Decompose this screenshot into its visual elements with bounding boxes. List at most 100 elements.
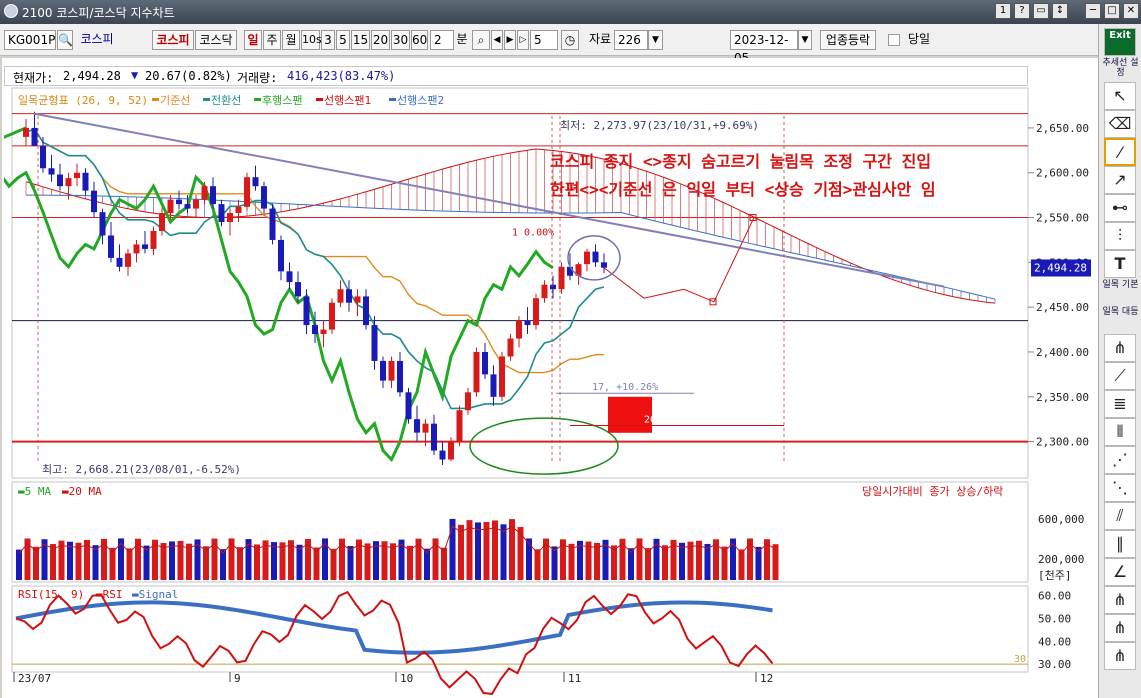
period-tab-60[interactable]: 60	[411, 30, 428, 50]
candle-body	[448, 441, 454, 460]
code-input[interactable]: KG001P	[4, 30, 56, 50]
cursor-tool-icon[interactable]: ↖	[1104, 82, 1136, 110]
candle-body	[91, 190, 97, 213]
volume-bar	[687, 541, 694, 580]
date-dropdown-icon[interactable]: ▼	[798, 30, 812, 50]
period-tab-week[interactable]: 주	[263, 30, 281, 50]
window-split-button[interactable]: ▭	[1033, 3, 1049, 19]
legend-swatch	[254, 98, 261, 101]
volume-bar	[296, 544, 303, 580]
volume-bar	[271, 542, 277, 580]
price-tick-label: 2,450.00	[1036, 301, 1089, 314]
rsi-level-30-label: 30	[1014, 654, 1026, 665]
period-tab-5[interactable]: 5	[336, 30, 350, 50]
volume-axis-label: 600,000	[1038, 513, 1084, 526]
period-tab-day[interactable]: 일	[244, 30, 262, 50]
ichimoku-basic-label[interactable]: 일목 기본	[1099, 280, 1141, 290]
interval-unit-label: 분	[456, 32, 468, 46]
scroll-end-icon[interactable]: ▷	[517, 30, 529, 50]
count-input[interactable]: 5	[530, 30, 558, 50]
interval-input[interactable]: 2	[430, 30, 454, 50]
pitchfork-d-tool-icon[interactable]: ⋔	[1104, 642, 1136, 670]
gann-fan-tool-icon[interactable]: ⋰	[1104, 446, 1136, 474]
volume-bar	[543, 538, 549, 580]
date-input[interactable]: 2023-12-05	[730, 30, 798, 65]
candle-body	[533, 298, 539, 326]
trend-setting-label[interactable]: 추세선 설정	[1099, 58, 1141, 78]
window-close-button[interactable]: ✕	[1123, 3, 1139, 19]
period-tab-30[interactable]: 30	[391, 30, 410, 50]
text-tool-icon[interactable]: T	[1104, 250, 1136, 278]
volume-label: 거래량:	[237, 71, 278, 85]
candle-body	[65, 178, 72, 187]
candle-body	[116, 257, 123, 267]
candle-body	[31, 127, 38, 146]
window-help-button[interactable]: ?	[1014, 3, 1030, 19]
candle-body	[57, 174, 63, 187]
measure-label-1: 17, +10.26%	[592, 382, 658, 393]
andrews-pitchfork-tool-icon[interactable]: ⋔	[1104, 586, 1136, 614]
arrow-line-tool-icon[interactable]: ↗	[1104, 166, 1136, 194]
period-tab-10s[interactable]: 10s	[301, 30, 322, 50]
date-tick-label: 10	[400, 672, 413, 685]
window-resize-button[interactable]: ↕	[1052, 3, 1068, 19]
scroll-right-icon[interactable]: ▶	[504, 30, 516, 50]
data-count-input[interactable]: 226	[614, 30, 648, 50]
window-minimize-button[interactable]: ─	[1085, 3, 1101, 19]
exit-button[interactable]: Exit	[1104, 28, 1136, 56]
pitchfork-r-tool-icon[interactable]: ⋔	[1104, 614, 1136, 642]
volume-bar	[441, 547, 447, 580]
fibonacci-fan-tool-icon[interactable]: ⟋	[1104, 362, 1136, 390]
volume-bar	[254, 544, 260, 580]
fan-tool-icon[interactable]: ⋔	[1104, 334, 1136, 362]
volume-bar	[126, 548, 133, 580]
exit-label: Exit	[1109, 30, 1131, 41]
gann-grid-tool-icon[interactable]: ⋱	[1104, 474, 1136, 502]
volume-bar	[203, 546, 209, 580]
low-price-label: 최저: 2,273.97(23/10/31,+9.69%)	[560, 119, 759, 132]
parallel-lines-tool-icon[interactable]: ∥	[1104, 530, 1136, 558]
candle-body	[482, 351, 488, 375]
vertical-line-tool-icon[interactable]: ⫶	[1104, 222, 1136, 250]
volume-bar	[679, 542, 685, 580]
volume-bar	[432, 538, 439, 580]
legend-label: 후행스팬	[262, 94, 302, 107]
volume-bar	[75, 542, 82, 580]
scroll-left-icon[interactable]: ◀	[491, 30, 503, 50]
volume-bar	[534, 549, 541, 580]
cycle-lines-tool-icon[interactable]: ⦀	[1104, 418, 1136, 446]
speed-lines-tool-icon[interactable]: ⫽	[1104, 502, 1136, 530]
candle-body	[278, 239, 284, 272]
legend-swatch	[203, 98, 210, 101]
period-tab-month[interactable]: 월	[282, 30, 300, 50]
fibonacci-retracement-tool-icon[interactable]: ≣	[1104, 390, 1136, 418]
zoom-icon[interactable]: ⌕	[472, 30, 490, 50]
volume-bar	[330, 548, 337, 580]
candle-body	[125, 253, 131, 267]
tab-kospi[interactable]: 코스피	[152, 30, 194, 50]
eraser-tool-icon[interactable]: ⌫	[1104, 110, 1136, 138]
industry-button[interactable]: 업종등락	[820, 30, 876, 50]
today-checkbox[interactable]	[888, 34, 900, 46]
horizontal-segment-tool-icon[interactable]: ⊷	[1104, 194, 1136, 222]
analysis-note-line-2: 한편<><기준선 은 익일 부터 <상승 기점>관심사안 임	[550, 180, 936, 199]
trendline-tool-icon[interactable]: ⁄	[1104, 138, 1136, 166]
window-maximize-button[interactable]: □	[1104, 3, 1120, 19]
candle-body	[388, 360, 395, 381]
clock-icon[interactable]: ◷	[561, 30, 579, 50]
period-tab-3[interactable]: 3	[321, 30, 335, 50]
price-chart[interactable]: 일목균형표 (26, 9, 52) 기준선 전환선 후행스팬 선행스팬1 선행스팬2 17…	[4, 86, 1096, 698]
volume-bar	[237, 547, 243, 580]
ichimoku-contrast-label[interactable]: 일목 대등	[1099, 307, 1141, 317]
angle-tool-icon[interactable]: ∠	[1104, 558, 1136, 586]
window-link-button[interactable]: 1	[995, 3, 1011, 19]
period-tab-20[interactable]: 20	[371, 30, 390, 50]
search-icon[interactable]: 🔍	[57, 30, 73, 50]
volume-bar	[347, 546, 354, 580]
data-count-dropdown-icon[interactable]: ▼	[648, 30, 663, 50]
tab-kosdaq[interactable]: 코스닥	[195, 30, 237, 50]
candle-body	[550, 284, 556, 290]
period-tab-15[interactable]: 15	[351, 30, 370, 50]
candle-body	[159, 213, 165, 231]
volume-bar	[611, 545, 617, 580]
